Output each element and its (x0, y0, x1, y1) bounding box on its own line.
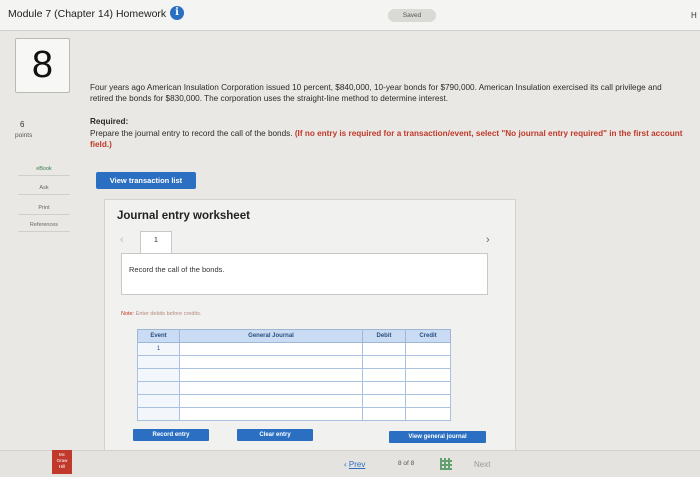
top-bar: Module 7 (Chapter 14) Homework i Saved H (0, 0, 700, 31)
account-field[interactable] (179, 394, 363, 408)
debit-field[interactable] (362, 368, 406, 382)
table-header-row: Event General Journal Debit Credit (137, 329, 451, 343)
credit-field[interactable] (405, 355, 451, 369)
worksheet-title: Journal entry worksheet (117, 210, 250, 222)
mcgraw-hill-logo: Mc Graw Hill (52, 450, 72, 474)
table-row: 1 (137, 342, 451, 356)
page-indicator: 8 of 8 (398, 460, 415, 467)
instruction-text: Record the call of the bonds. (129, 265, 225, 274)
credit-field[interactable] (405, 407, 451, 421)
table-row (137, 407, 451, 421)
next-button[interactable]: Next (474, 460, 490, 469)
column-header-credit: Credit (405, 329, 451, 343)
required-instruction: Prepare the journal entry to record the … (90, 129, 293, 138)
debit-field[interactable] (362, 342, 406, 356)
help-label-partial[interactable]: H (691, 11, 697, 20)
question-number: 8 (15, 38, 70, 93)
column-header-event: Event (137, 329, 180, 343)
worksheet-tab-1[interactable]: 1 (140, 231, 172, 254)
clear-entry-button[interactable]: Clear entry (237, 429, 313, 441)
credit-field[interactable] (405, 368, 451, 382)
event-cell (137, 355, 180, 369)
account-field[interactable] (179, 355, 363, 369)
record-entry-button[interactable]: Record entry (133, 429, 209, 441)
references-button[interactable]: References (18, 219, 70, 232)
question-grid-icon[interactable] (440, 458, 452, 470)
view-general-journal-button[interactable]: View general journal (389, 431, 486, 443)
info-icon[interactable]: i (170, 6, 184, 20)
assignment-title: Module 7 (Chapter 14) Homework (8, 8, 167, 20)
credit-field[interactable] (405, 394, 451, 408)
note-label: Note: (121, 311, 135, 317)
credit-field[interactable] (405, 381, 451, 395)
instruction-box (121, 253, 488, 295)
print-button[interactable]: Print (18, 202, 70, 215)
debits-credits-note: Note: Enter debits before credits. (121, 311, 201, 317)
debit-field[interactable] (362, 355, 406, 369)
points-value: 6 (20, 120, 25, 129)
view-transaction-list-button[interactable]: View transaction list (96, 172, 196, 189)
account-field[interactable] (179, 342, 363, 356)
points-label: points (15, 132, 33, 139)
table-row (137, 355, 451, 369)
chevron-left-icon[interactable]: ‹ (120, 234, 124, 246)
table-row (137, 381, 451, 395)
event-cell (137, 368, 180, 382)
event-cell (137, 407, 180, 421)
account-field[interactable] (179, 368, 363, 382)
account-field[interactable] (179, 407, 363, 421)
ask-button[interactable]: Ask (18, 182, 70, 195)
prev-label: Prev (348, 460, 366, 469)
account-field[interactable] (179, 381, 363, 395)
note-text: Enter debits before credits. (135, 311, 202, 317)
debit-field[interactable] (362, 407, 406, 421)
journal-entry-table: Event General Journal Debit Credit 1 (137, 329, 451, 421)
table-row (137, 394, 451, 408)
required-heading: Required: (90, 117, 129, 126)
ebook-button[interactable]: eBook (18, 163, 70, 176)
prev-button[interactable]: ‹ Prev (344, 460, 365, 469)
column-header-debit: Debit (362, 329, 406, 343)
debit-field[interactable] (362, 381, 406, 395)
debit-field[interactable] (362, 394, 406, 408)
event-cell (137, 381, 180, 395)
table-row (137, 368, 451, 382)
column-header-general-journal: General Journal (179, 329, 363, 343)
credit-field[interactable] (405, 342, 451, 356)
event-cell: 1 (137, 342, 180, 356)
saved-badge: Saved (388, 9, 436, 22)
event-cell (137, 394, 180, 408)
required-text: Prepare the journal entry to record the … (90, 128, 690, 150)
question-prompt: Four years ago American Insulation Corpo… (90, 83, 662, 103)
chevron-right-icon[interactable]: › (486, 234, 490, 246)
